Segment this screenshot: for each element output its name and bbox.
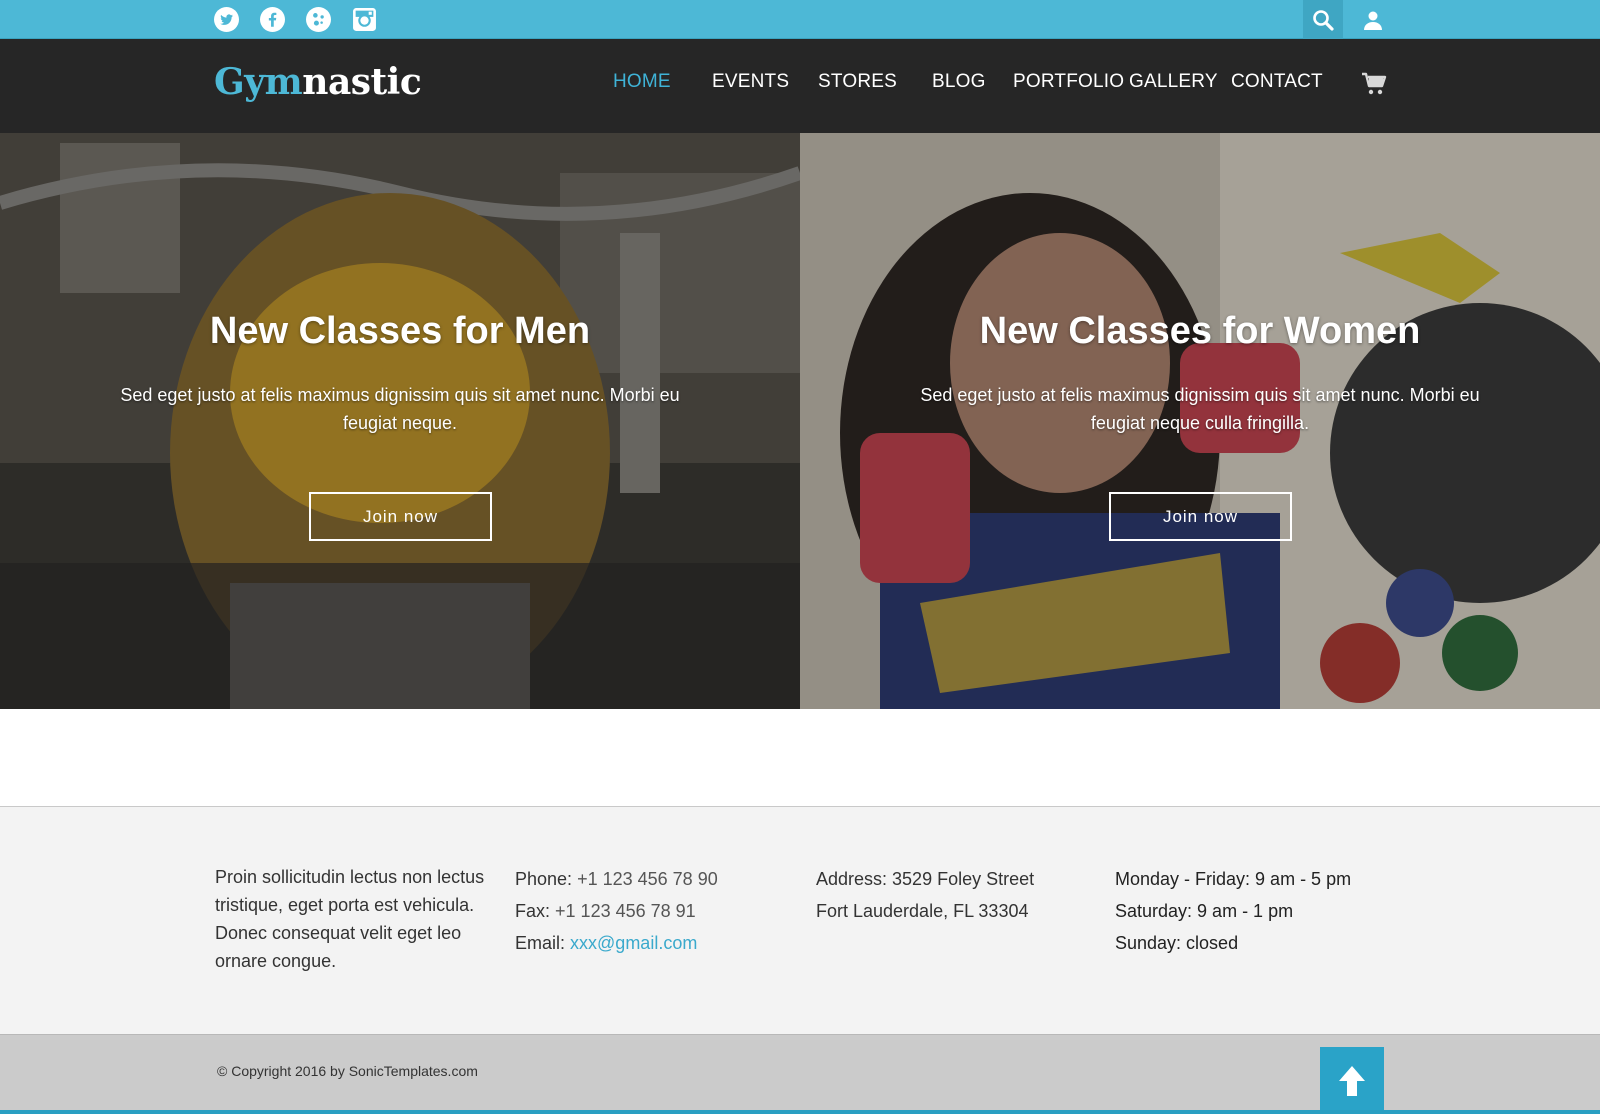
footer-hours: Monday - Friday: 9 am - 5 pm Saturday: 9… <box>1115 863 1415 959</box>
hero-panel-men: New Classes for Men Sed eget justo at fe… <box>0 133 800 709</box>
fax-value: +1 123 456 78 91 <box>555 901 696 921</box>
men-content: New Classes for Men Sed eget justo at fe… <box>0 133 800 709</box>
user-icon <box>1364 11 1382 30</box>
top-bar <box>0 0 1600 39</box>
join-now-women-button[interactable]: Join now <box>1109 492 1292 541</box>
hero-section: New Classes for Men Sed eget justo at fe… <box>0 133 1600 709</box>
fax-label: Fax: <box>515 901 551 921</box>
bottom-accent-stripe <box>0 1110 1600 1114</box>
footer-contact: Phone: +1 123 456 78 90 Fax: +1 123 456 … <box>515 863 795 959</box>
phone-value: +1 123 456 78 90 <box>577 869 718 889</box>
email-link[interactable]: xxx@gmail.com <box>570 933 697 953</box>
fax-line: Fax: +1 123 456 78 91 <box>515 895 795 927</box>
join-now-men-button[interactable]: Join now <box>309 492 492 541</box>
copyright-text: © Copyright 2016 by SonicTemplates.com <box>217 1063 478 1079</box>
logo-part-gym: Gym <box>214 61 303 103</box>
hours-weekdays: Monday - Friday: 9 am - 5 pm <box>1115 869 1352 889</box>
email-line: Email: xxx@gmail.com <box>515 927 795 959</box>
hero-panel-women: New Classes for Women Sed eget justo at … <box>800 133 1600 709</box>
women-description: Sed eget justo at felis maximus dignissi… <box>920 385 1480 433</box>
bottom-bar: © Copyright 2016 by SonicTemplates.com <box>0 1034 1600 1114</box>
arrow-up-icon <box>1339 1066 1365 1096</box>
phone-label: Phone: <box>515 869 573 889</box>
footer-address: Address: 3529 Foley Street Fort Lauderda… <box>816 863 1086 927</box>
nav-events[interactable]: EVENTS <box>712 71 789 93</box>
address-line-1: Address: 3529 Foley Street <box>816 869 1035 889</box>
twitter-icon[interactable] <box>214 7 239 32</box>
back-to-top-button[interactable] <box>1320 1047 1384 1114</box>
user-button[interactable] <box>1353 0 1393 39</box>
logo-part-nastic: nastic <box>302 61 422 103</box>
nav-portfolio[interactable]: PORTFOLIO <box>1013 71 1124 93</box>
women-content: New Classes for Women Sed eget justo at … <box>800 133 1600 709</box>
footer-about: Proin sollicitudin lectus non lectus tri… <box>215 867 485 971</box>
men-description: Sed eget justo at felis maximus dignissi… <box>120 385 680 433</box>
cart-icon[interactable] <box>1361 72 1387 96</box>
hours-sunday: Sunday: closed <box>1115 933 1239 953</box>
address-line-2: Fort Lauderdale, FL 33304 <box>816 901 1029 921</box>
nav-stores[interactable]: STORES <box>818 71 897 93</box>
search-button[interactable] <box>1303 0 1343 39</box>
footer-info: Proin sollicitudin lectus non lectus tri… <box>0 806 1600 1034</box>
nav-gallery[interactable]: GALLERY <box>1129 71 1218 93</box>
men-title: New Classes for Men <box>209 310 591 352</box>
nav-contact[interactable]: CONTACT <box>1231 71 1323 93</box>
google-plus-icon[interactable] <box>306 7 331 32</box>
social-links <box>214 7 377 32</box>
email-label: Email: <box>515 933 566 953</box>
site-logo[interactable]: Gymnastic <box>214 61 422 103</box>
facebook-icon[interactable] <box>260 7 285 32</box>
hours-saturday: Saturday: 9 am - 1 pm <box>1115 901 1294 921</box>
nav-home[interactable]: HOME <box>613 71 671 93</box>
nav-blog[interactable]: BLOG <box>932 71 986 93</box>
instagram-icon[interactable] <box>352 7 377 32</box>
women-title: New Classes for Women <box>979 310 1421 352</box>
main-navbar: Gymnastic HOME EVENTS STORES BLOG PORTFO… <box>0 39 1600 133</box>
search-icon <box>1313 9 1334 31</box>
phone-line: Phone: +1 123 456 78 90 <box>515 863 795 895</box>
